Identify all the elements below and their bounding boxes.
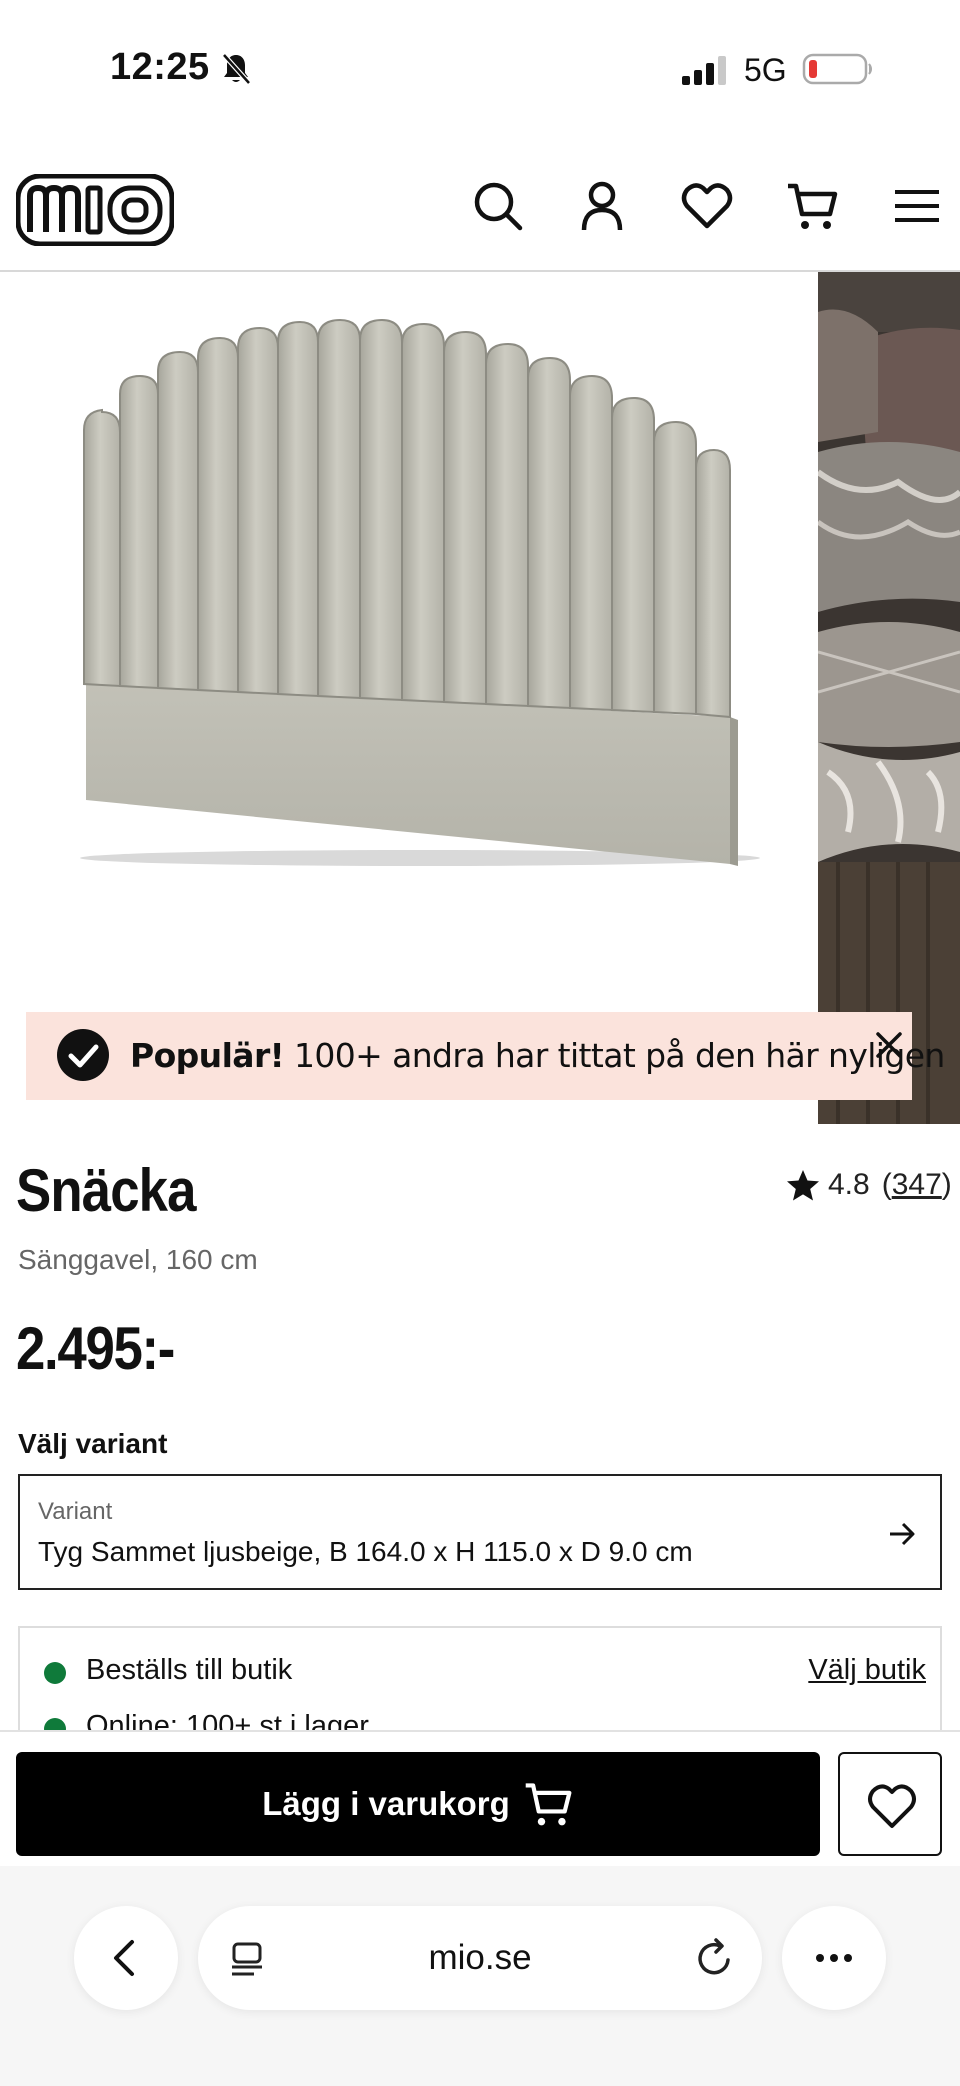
product-title: Snäcka <box>16 1157 197 1224</box>
check-circle-icon <box>57 1029 109 1081</box>
arrow-right-icon <box>890 1522 915 1546</box>
chevron-left-icon <box>114 1940 134 1976</box>
close-icon[interactable] <box>872 1028 906 1062</box>
bell-slash-icon <box>222 53 251 85</box>
reload-icon[interactable] <box>694 1938 734 1978</box>
variant-label: Variant <box>38 1498 113 1525</box>
more-dots-icon <box>816 1954 852 1962</box>
account-icon[interactable] <box>574 178 630 234</box>
browser-back-button[interactable] <box>74 1906 178 2010</box>
popular-label: Populär! <box>130 1036 285 1075</box>
variant-heading: Välj variant <box>18 1428 168 1459</box>
cart-icon[interactable] <box>784 178 840 234</box>
network-label: 5G <box>744 52 787 88</box>
status-bar: 12:25 5G <box>0 0 960 140</box>
popular-banner-text: Populär! 100+ andra har tittat på den hä… <box>130 1036 945 1075</box>
product-price: 2.495:- <box>16 1315 175 1382</box>
choose-store-link[interactable]: Välj butik <box>808 1654 926 1687</box>
search-icon[interactable] <box>470 178 526 234</box>
heart-icon[interactable] <box>679 178 735 234</box>
rating-value: 4.8 <box>828 1168 870 1201</box>
browser-more-button[interactable] <box>782 1906 886 2010</box>
popular-banner: Populär! 100+ andra har tittat på den hä… <box>26 1012 945 1100</box>
signal-icon <box>682 56 726 85</box>
stock-info: Beställs till butik Välj butik Online: 1… <box>18 1626 942 1746</box>
add-to-cart-button[interactable]: Lägg i varukorg <box>16 1752 820 1856</box>
rating-count-link[interactable]: 347 <box>892 1168 942 1202</box>
browser-toolbar: mio.se <box>0 1866 960 2086</box>
hamburger-menu-icon[interactable] <box>889 178 945 234</box>
url-text: mio.se <box>428 1938 532 1977</box>
battery-low-icon <box>802 53 872 85</box>
heart-icon <box>868 1784 916 1828</box>
add-to-cart-label: Lägg i varukorg <box>262 1785 510 1822</box>
star-icon <box>787 1170 819 1201</box>
product-rating[interactable]: 4.8 (347) <box>786 1168 952 1202</box>
mio-logo[interactable] <box>16 174 174 246</box>
bedroom-lifestyle-image[interactable] <box>818 272 960 1124</box>
store-stock-row: Beställs till butik Välj butik <box>20 1650 940 1690</box>
variant-selector[interactable]: Variant Tyg Sammet ljusbeige, B 164.0 x … <box>18 1474 942 1590</box>
variant-value: Tyg Sammet ljusbeige, B 164.0 x H 115.0 … <box>38 1536 693 1567</box>
popular-message: 100+ andra har tittat på den här nyligen <box>284 1036 945 1075</box>
add-to-wishlist-button[interactable] <box>838 1752 942 1856</box>
product-subtitle: Sänggavel, 160 cm <box>18 1244 258 1275</box>
status-time: 12:25 <box>110 46 210 88</box>
cart-icon <box>525 1783 572 1826</box>
sticky-purchase-bar: Lägg i varukorg <box>0 1730 960 1866</box>
rating-close-paren: ) <box>941 1168 952 1201</box>
status-dot <box>44 1662 66 1684</box>
site-header <box>0 140 960 408</box>
address-bar[interactable]: mio.se <box>198 1906 762 2010</box>
upholstered-headboard-image[interactable] <box>0 272 818 1124</box>
rating-open-paren: ( <box>881 1168 892 1201</box>
store-stock-text: Beställs till butik <box>86 1654 293 1686</box>
product-gallery[interactable]: Populär! 100+ andra har tittat på den hä… <box>0 272 960 1124</box>
